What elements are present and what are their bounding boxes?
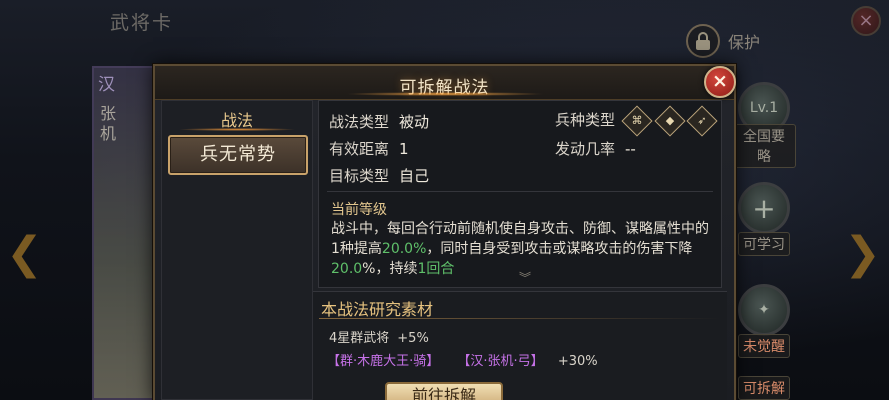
- background-close-icon: ×: [851, 6, 881, 36]
- protect-label: 保护: [728, 33, 761, 52]
- material-line-2: 【群·木鹿大王·骑】 【汉·张机·弓】 +30%: [327, 354, 598, 369]
- trigger-chance-row: 发动几率 --: [555, 140, 636, 158]
- material-line-1: 4星群武将 +5%: [329, 331, 429, 346]
- next-arrow-icon: ❯: [844, 228, 881, 279]
- close-button[interactable]: ×: [704, 66, 736, 98]
- go-disassemble-button[interactable]: 前往拆解: [385, 382, 503, 400]
- dialog-header: 可拆解战法: [155, 66, 734, 100]
- protect-toggle: 保护: [686, 24, 760, 58]
- material-general-2: 【汉·张机·弓】: [457, 354, 544, 369]
- side-button-disassemble: 可拆解: [732, 376, 796, 400]
- side-button-strategy: Lv.1 全国要略: [732, 82, 796, 168]
- plus-icon: +: [738, 182, 790, 234]
- faction-badge: 汉: [98, 75, 115, 95]
- skill-type-row: 战法类型 被动: [329, 113, 430, 131]
- material-title: 本战法研究素材: [321, 300, 434, 319]
- skill-info-panel: 战法类型 被动 有效距离 1 目标类型 自己 兵种类型 ⌘ ◆ ➶ 发动几率 -- 当前…: [318, 100, 722, 288]
- skill-list: 战法 兵无常势: [161, 100, 313, 400]
- archer-icon: ➶: [686, 104, 718, 137]
- background-title: 武将卡: [110, 12, 174, 34]
- research-material-panel: 本战法研究素材 4星群武将 +5% 【群·木鹿大王·骑】 【汉·张机·弓】 +30…: [313, 291, 727, 400]
- material-general-1: 【群·木鹿大王·骑】: [327, 354, 440, 369]
- distance-row: 有效距离 1: [329, 140, 409, 158]
- side-button-learn: + 可学习: [732, 182, 796, 256]
- awaken-icon: ✦: [738, 284, 790, 336]
- troop-type-row: 兵种类型 ⌘ ◆ ➶: [555, 104, 718, 137]
- cavalry-icon: ⌘: [621, 104, 653, 137]
- current-level-label: 当前等级: [331, 202, 387, 218]
- side-button-awaken: ✦ 未觉醒: [732, 284, 796, 358]
- prev-arrow-icon: ❮: [6, 228, 43, 279]
- target-row: 目标类型 自己: [329, 167, 430, 185]
- scroll-down-icon: ︾: [519, 271, 532, 285]
- lock-icon: [686, 24, 720, 58]
- skill-item-selected[interactable]: 兵无常势: [168, 135, 308, 175]
- general-name: 张机: [100, 104, 117, 143]
- shield-icon: ◆: [654, 104, 686, 137]
